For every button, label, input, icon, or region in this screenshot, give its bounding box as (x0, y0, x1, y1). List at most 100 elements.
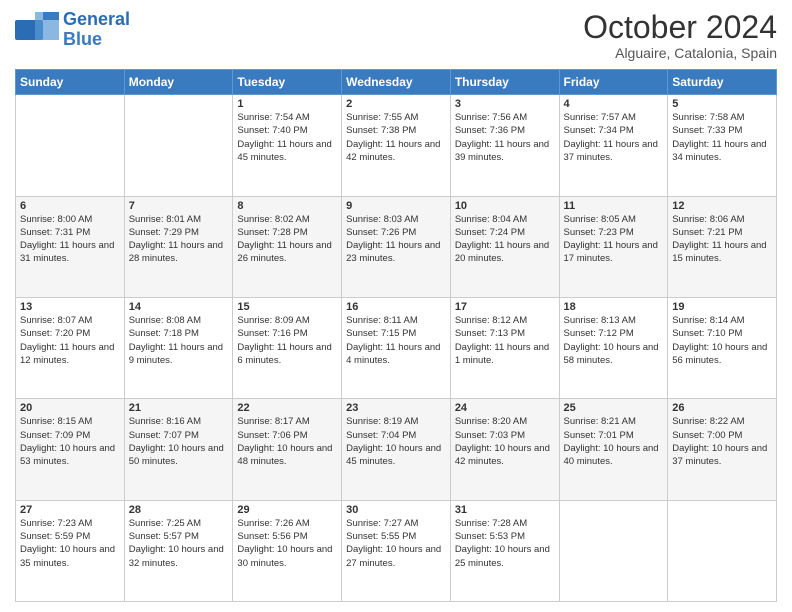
day-info: Sunrise: 8:00 AM Sunset: 7:31 PM Dayligh… (20, 213, 120, 266)
calendar-cell: 21Sunrise: 8:16 AM Sunset: 7:07 PM Dayli… (124, 399, 233, 500)
day-number: 9 (346, 200, 446, 212)
day-number: 30 (346, 504, 446, 516)
day-number: 1 (237, 98, 337, 110)
day-info: Sunrise: 8:05 AM Sunset: 7:23 PM Dayligh… (564, 213, 664, 266)
day-number: 18 (564, 301, 664, 313)
calendar-cell: 6Sunrise: 8:00 AM Sunset: 7:31 PM Daylig… (16, 196, 125, 297)
calendar-cell (559, 500, 668, 601)
day-info: Sunrise: 8:19 AM Sunset: 7:04 PM Dayligh… (346, 415, 446, 468)
day-info: Sunrise: 8:02 AM Sunset: 7:28 PM Dayligh… (237, 213, 337, 266)
day-info: Sunrise: 8:07 AM Sunset: 7:20 PM Dayligh… (20, 314, 120, 367)
day-info: Sunrise: 7:28 AM Sunset: 5:53 PM Dayligh… (455, 517, 555, 570)
day-number: 14 (129, 301, 229, 313)
weekday-header-friday: Friday (559, 70, 668, 95)
weekday-header-sunday: Sunday (16, 70, 125, 95)
calendar-cell: 7Sunrise: 8:01 AM Sunset: 7:29 PM Daylig… (124, 196, 233, 297)
calendar-cell (124, 95, 233, 196)
calendar-cell: 9Sunrise: 8:03 AM Sunset: 7:26 PM Daylig… (342, 196, 451, 297)
calendar-cell: 18Sunrise: 8:13 AM Sunset: 7:12 PM Dayli… (559, 297, 668, 398)
calendar-cell: 31Sunrise: 7:28 AM Sunset: 5:53 PM Dayli… (450, 500, 559, 601)
calendar-table: SundayMondayTuesdayWednesdayThursdayFrid… (15, 69, 777, 602)
day-number: 22 (237, 402, 337, 414)
logo-text: General Blue (63, 10, 130, 50)
day-number: 10 (455, 200, 555, 212)
header: General Blue October 2024 Alguaire, Cata… (15, 10, 777, 61)
calendar-cell: 22Sunrise: 8:17 AM Sunset: 7:06 PM Dayli… (233, 399, 342, 500)
weekday-header-thursday: Thursday (450, 70, 559, 95)
day-number: 5 (672, 98, 772, 110)
weekday-header-wednesday: Wednesday (342, 70, 451, 95)
day-info: Sunrise: 8:20 AM Sunset: 7:03 PM Dayligh… (455, 415, 555, 468)
calendar-cell: 13Sunrise: 8:07 AM Sunset: 7:20 PM Dayli… (16, 297, 125, 398)
calendar-cell: 10Sunrise: 8:04 AM Sunset: 7:24 PM Dayli… (450, 196, 559, 297)
calendar-cell: 25Sunrise: 8:21 AM Sunset: 7:01 PM Dayli… (559, 399, 668, 500)
logo-line2: Blue (63, 30, 130, 50)
day-number: 2 (346, 98, 446, 110)
calendar-cell: 27Sunrise: 7:23 AM Sunset: 5:59 PM Dayli… (16, 500, 125, 601)
calendar-cell: 30Sunrise: 7:27 AM Sunset: 5:55 PM Dayli… (342, 500, 451, 601)
week-row-2: 6Sunrise: 8:00 AM Sunset: 7:31 PM Daylig… (16, 196, 777, 297)
day-number: 7 (129, 200, 229, 212)
day-number: 20 (20, 402, 120, 414)
calendar-cell: 20Sunrise: 8:15 AM Sunset: 7:09 PM Dayli… (16, 399, 125, 500)
calendar-cell: 4Sunrise: 7:57 AM Sunset: 7:34 PM Daylig… (559, 95, 668, 196)
week-row-4: 20Sunrise: 8:15 AM Sunset: 7:09 PM Dayli… (16, 399, 777, 500)
day-number: 12 (672, 200, 772, 212)
calendar-cell: 15Sunrise: 8:09 AM Sunset: 7:16 PM Dayli… (233, 297, 342, 398)
day-info: Sunrise: 8:03 AM Sunset: 7:26 PM Dayligh… (346, 213, 446, 266)
calendar-cell: 1Sunrise: 7:54 AM Sunset: 7:40 PM Daylig… (233, 95, 342, 196)
day-number: 17 (455, 301, 555, 313)
day-number: 13 (20, 301, 120, 313)
day-info: Sunrise: 8:09 AM Sunset: 7:16 PM Dayligh… (237, 314, 337, 367)
calendar-cell (668, 500, 777, 601)
calendar-cell: 16Sunrise: 8:11 AM Sunset: 7:15 PM Dayli… (342, 297, 451, 398)
day-info: Sunrise: 8:01 AM Sunset: 7:29 PM Dayligh… (129, 213, 229, 266)
calendar-cell: 3Sunrise: 7:56 AM Sunset: 7:36 PM Daylig… (450, 95, 559, 196)
day-info: Sunrise: 8:14 AM Sunset: 7:10 PM Dayligh… (672, 314, 772, 367)
day-number: 19 (672, 301, 772, 313)
day-info: Sunrise: 7:54 AM Sunset: 7:40 PM Dayligh… (237, 111, 337, 164)
day-number: 31 (455, 504, 555, 516)
calendar-cell (16, 95, 125, 196)
day-number: 15 (237, 301, 337, 313)
calendar-cell: 17Sunrise: 8:12 AM Sunset: 7:13 PM Dayli… (450, 297, 559, 398)
day-info: Sunrise: 8:06 AM Sunset: 7:21 PM Dayligh… (672, 213, 772, 266)
calendar-cell: 14Sunrise: 8:08 AM Sunset: 7:18 PM Dayli… (124, 297, 233, 398)
day-info: Sunrise: 7:56 AM Sunset: 7:36 PM Dayligh… (455, 111, 555, 164)
day-info: Sunrise: 8:17 AM Sunset: 7:06 PM Dayligh… (237, 415, 337, 468)
location-title: Alguaire, Catalonia, Spain (583, 45, 777, 61)
weekday-header-row: SundayMondayTuesdayWednesdayThursdayFrid… (16, 70, 777, 95)
day-number: 23 (346, 402, 446, 414)
day-info: Sunrise: 8:22 AM Sunset: 7:00 PM Dayligh… (672, 415, 772, 468)
calendar-cell: 11Sunrise: 8:05 AM Sunset: 7:23 PM Dayli… (559, 196, 668, 297)
calendar-cell: 23Sunrise: 8:19 AM Sunset: 7:04 PM Dayli… (342, 399, 451, 500)
calendar-cell: 5Sunrise: 7:58 AM Sunset: 7:33 PM Daylig… (668, 95, 777, 196)
day-number: 21 (129, 402, 229, 414)
day-number: 8 (237, 200, 337, 212)
day-number: 24 (455, 402, 555, 414)
logo-graphic (15, 12, 59, 48)
logo-line1: General (63, 10, 130, 30)
day-info: Sunrise: 8:15 AM Sunset: 7:09 PM Dayligh… (20, 415, 120, 468)
calendar-cell: 19Sunrise: 8:14 AM Sunset: 7:10 PM Dayli… (668, 297, 777, 398)
calendar-cell: 8Sunrise: 8:02 AM Sunset: 7:28 PM Daylig… (233, 196, 342, 297)
day-info: Sunrise: 7:25 AM Sunset: 5:57 PM Dayligh… (129, 517, 229, 570)
calendar-cell: 24Sunrise: 8:20 AM Sunset: 7:03 PM Dayli… (450, 399, 559, 500)
day-info: Sunrise: 8:13 AM Sunset: 7:12 PM Dayligh… (564, 314, 664, 367)
day-info: Sunrise: 7:26 AM Sunset: 5:56 PM Dayligh… (237, 517, 337, 570)
day-info: Sunrise: 8:04 AM Sunset: 7:24 PM Dayligh… (455, 213, 555, 266)
week-row-3: 13Sunrise: 8:07 AM Sunset: 7:20 PM Dayli… (16, 297, 777, 398)
calendar-cell: 2Sunrise: 7:55 AM Sunset: 7:38 PM Daylig… (342, 95, 451, 196)
day-number: 29 (237, 504, 337, 516)
day-info: Sunrise: 8:12 AM Sunset: 7:13 PM Dayligh… (455, 314, 555, 367)
day-info: Sunrise: 7:23 AM Sunset: 5:59 PM Dayligh… (20, 517, 120, 570)
logo: General Blue (15, 10, 130, 50)
week-row-5: 27Sunrise: 7:23 AM Sunset: 5:59 PM Dayli… (16, 500, 777, 601)
title-block: October 2024 Alguaire, Catalonia, Spain (583, 10, 777, 61)
day-number: 27 (20, 504, 120, 516)
calendar-cell: 28Sunrise: 7:25 AM Sunset: 5:57 PM Dayli… (124, 500, 233, 601)
day-number: 28 (129, 504, 229, 516)
day-number: 26 (672, 402, 772, 414)
day-info: Sunrise: 8:11 AM Sunset: 7:15 PM Dayligh… (346, 314, 446, 367)
day-number: 25 (564, 402, 664, 414)
